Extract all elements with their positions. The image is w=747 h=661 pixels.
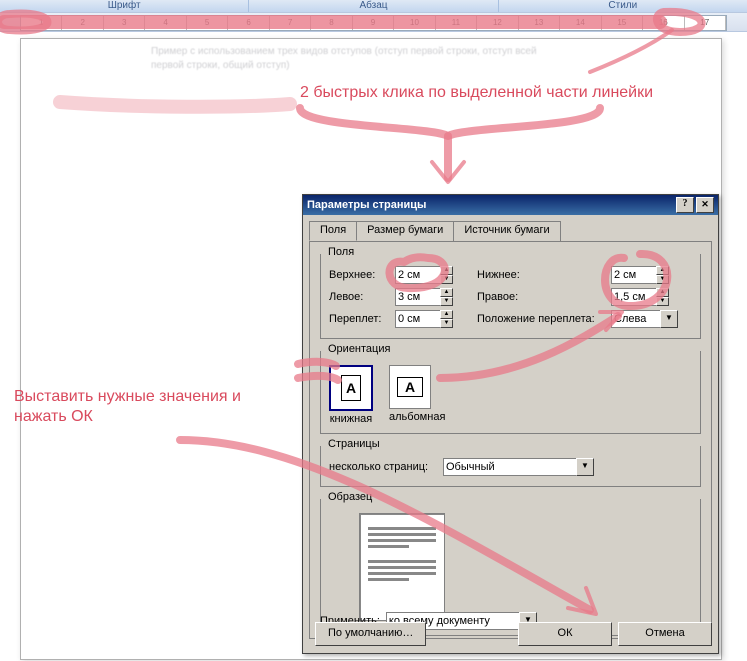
group-margins-title: Поля	[325, 246, 357, 258]
ruler-tick[interactable]: 14	[560, 16, 601, 30]
ribbon-group-styles: Стили	[499, 0, 747, 12]
ribbon-group-labels: Шрифт Абзац Стили	[0, 0, 747, 12]
group-pages-title: Страницы	[325, 438, 383, 450]
spin-up-icon[interactable]: ▲	[440, 310, 453, 319]
spin-down-icon[interactable]: ▼	[656, 275, 669, 284]
right-margin-input[interactable]	[611, 288, 656, 306]
page-setup-dialog: Параметры страницы Поля Размер бумаги Ис…	[302, 194, 719, 654]
chevron-down-icon[interactable]: ▼	[576, 458, 594, 476]
spin-up-icon[interactable]: ▲	[656, 266, 669, 275]
cancel-button[interactable]: Отмена	[618, 622, 712, 646]
dialog-titlebar[interactable]: Параметры страницы	[303, 195, 718, 215]
bottom-margin-input[interactable]	[611, 266, 656, 284]
multi-pages-value[interactable]	[443, 458, 576, 476]
multi-pages-combo[interactable]: ▼	[443, 458, 594, 476]
left-margin-label: Левое:	[329, 291, 391, 303]
spin-down-icon[interactable]: ▼	[656, 297, 669, 306]
ruler-tick[interactable]: 2	[62, 16, 103, 30]
ruler-tick[interactable]: 5	[187, 16, 228, 30]
ruler-tick[interactable]: 16	[643, 16, 684, 30]
right-margin-spinner[interactable]: ▲▼	[611, 288, 669, 306]
ruler-tick[interactable]: 13	[519, 16, 560, 30]
spin-up-icon[interactable]: ▲	[440, 288, 453, 297]
multi-pages-label: несколько страниц:	[329, 461, 439, 473]
dialog-title: Параметры страницы	[307, 199, 674, 211]
ruler-tick[interactable]: 6	[228, 16, 269, 30]
tab-margins[interactable]: Поля	[309, 221, 357, 241]
gutter-label: Переплет:	[329, 313, 391, 325]
ruler-tick[interactable]: 4	[145, 16, 186, 30]
tab-paper-size[interactable]: Размер бумаги	[356, 221, 454, 241]
ribbon-group-font: Шрифт	[0, 0, 249, 12]
ruler-tick[interactable]: 11	[436, 16, 477, 30]
ok-button[interactable]: ОК	[518, 622, 612, 646]
document-sample-text: Пример с использованием трех видов отсту…	[151, 45, 671, 73]
spin-up-icon[interactable]: ▲	[656, 288, 669, 297]
right-margin-label: Правое:	[477, 291, 607, 303]
spin-down-icon[interactable]: ▼	[440, 275, 453, 284]
bottom-margin-label: Нижнее:	[477, 269, 607, 281]
group-preview-title: Образец	[325, 491, 375, 503]
ruler-tick[interactable]: 15	[602, 16, 643, 30]
bottom-margin-spinner[interactable]: ▲▼	[611, 266, 669, 284]
gutter-spinner[interactable]: ▲▼	[395, 310, 453, 328]
ruler-tick[interactable]: 3	[104, 16, 145, 30]
help-button[interactable]	[676, 197, 694, 213]
ruler-tick[interactable]: 8	[311, 16, 352, 30]
ruler-tick[interactable]: 7	[270, 16, 311, 30]
ruler-tick[interactable]: 17	[685, 16, 726, 30]
ruler-tick[interactable]: 10	[394, 16, 435, 30]
top-margin-input[interactable]	[395, 266, 440, 284]
landscape-icon: A	[397, 377, 423, 397]
ruler-tick[interactable]: 9	[353, 16, 394, 30]
landscape-label: альбомная	[389, 411, 445, 423]
top-margin-spinner[interactable]: ▲▼	[395, 266, 453, 284]
spin-down-icon[interactable]: ▼	[440, 297, 453, 306]
orientation-portrait[interactable]: A книжная	[329, 365, 373, 425]
ruler-tick[interactable]: 12	[477, 16, 518, 30]
defaults-button[interactable]: По умолчанию…	[315, 622, 426, 646]
group-orientation-title: Ориентация	[325, 343, 393, 355]
tab-paper-source[interactable]: Источник бумаги	[453, 221, 560, 241]
spin-up-icon[interactable]: ▲	[440, 266, 453, 275]
portrait-label: книжная	[330, 413, 373, 425]
gutter-input[interactable]	[395, 310, 440, 328]
preview-thumbnail	[359, 513, 445, 621]
ribbon-group-paragraph: Абзац	[249, 0, 498, 12]
ruler-tick[interactable]: 1	[21, 16, 62, 30]
gutter-position-value[interactable]	[611, 310, 660, 328]
spin-down-icon[interactable]: ▼	[440, 319, 453, 328]
close-button[interactable]	[696, 197, 714, 213]
portrait-icon: A	[341, 375, 361, 401]
gutter-position-label: Положение переплета:	[477, 313, 607, 325]
top-margin-label: Верхнее:	[329, 269, 391, 281]
left-margin-input[interactable]	[395, 288, 440, 306]
orientation-landscape[interactable]: A альбомная	[389, 365, 445, 425]
horizontal-ruler[interactable]: 1234567891011121314151617	[0, 12, 747, 32]
gutter-position-combo[interactable]: ▼	[611, 310, 678, 328]
chevron-down-icon[interactable]: ▼	[660, 310, 678, 328]
left-margin-spinner[interactable]: ▲▼	[395, 288, 453, 306]
